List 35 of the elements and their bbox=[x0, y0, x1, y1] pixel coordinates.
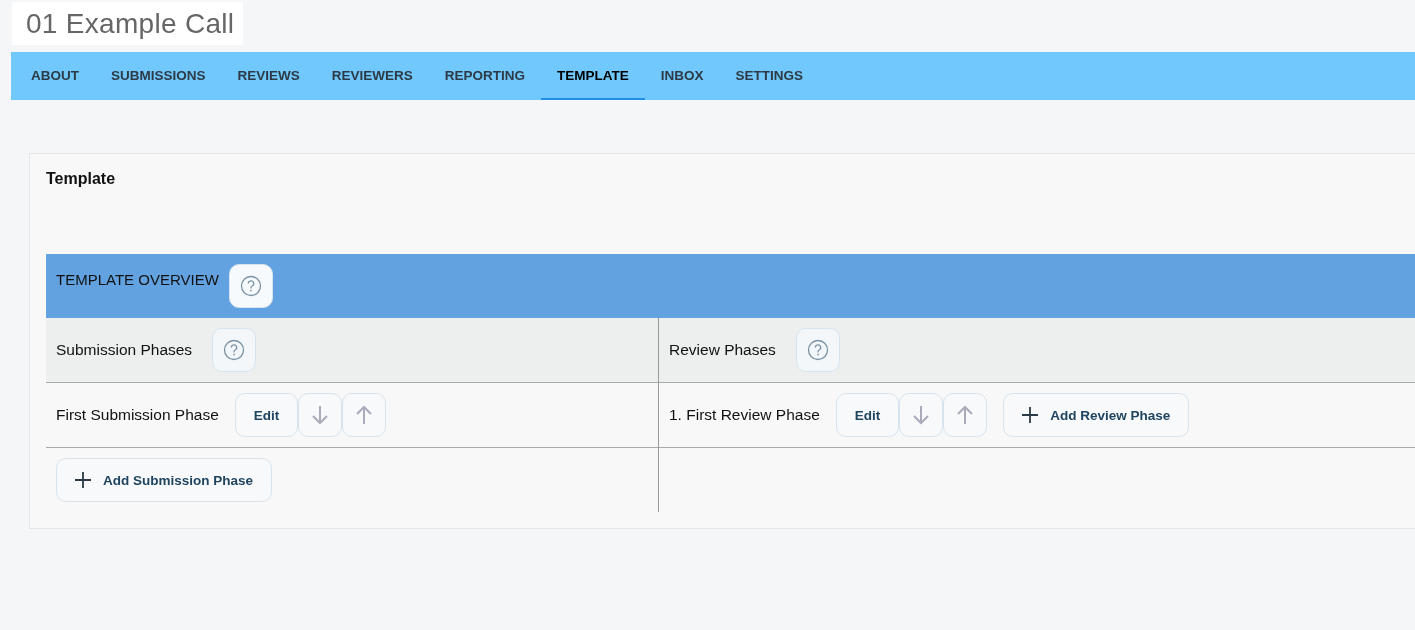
nav-tab[interactable]: ABOUT bbox=[15, 52, 95, 100]
nav-tab[interactable]: SETTINGS bbox=[719, 52, 820, 100]
phase-name: First Submission Phase bbox=[56, 406, 219, 424]
nav-tab[interactable]: INBOX bbox=[644, 52, 720, 100]
add-phase-button[interactable]: Add Review Phase bbox=[1003, 393, 1190, 437]
arrow-up-icon bbox=[355, 405, 374, 425]
edit-button[interactable]: Edit bbox=[835, 393, 900, 437]
question-icon bbox=[806, 339, 829, 361]
nav-tab[interactable]: REPORTING bbox=[428, 52, 542, 100]
nav-tab[interactable]: REVIEWERS bbox=[315, 52, 429, 100]
move-down-button[interactable] bbox=[298, 393, 343, 437]
question-icon bbox=[223, 339, 246, 361]
nav-tab[interactable]: SUBMISSIONS bbox=[95, 52, 222, 100]
move-up-button[interactable] bbox=[943, 393, 988, 437]
overview-title: TEMPLATE OVERVIEW bbox=[56, 271, 219, 288]
phase-name: 1. First Review Phase bbox=[669, 406, 820, 424]
move-down-button[interactable] bbox=[899, 393, 944, 437]
plus-icon bbox=[1022, 407, 1039, 423]
column-heading: Submission Phases bbox=[56, 341, 193, 359]
arrow-down-icon bbox=[912, 405, 931, 425]
plus-icon bbox=[75, 472, 91, 488]
nav-tab[interactable]: TEMPLATE bbox=[541, 52, 645, 100]
question-icon bbox=[239, 275, 262, 297]
app-title: 01 Example Call bbox=[26, 7, 235, 40]
arrow-down-icon bbox=[311, 405, 330, 425]
move-up-button[interactable] bbox=[342, 393, 387, 437]
section-title: Template bbox=[46, 170, 116, 187]
help-button[interactable] bbox=[228, 264, 273, 308]
help-button[interactable] bbox=[212, 328, 257, 372]
column-heading: Review Phases bbox=[669, 341, 776, 359]
edit-button[interactable]: Edit bbox=[234, 393, 299, 437]
help-button[interactable] bbox=[795, 328, 840, 372]
add-phase-button[interactable]: Add Submission Phase bbox=[56, 458, 273, 502]
nav-tab[interactable]: REVIEWS bbox=[221, 52, 316, 100]
arrow-up-icon bbox=[956, 405, 975, 425]
